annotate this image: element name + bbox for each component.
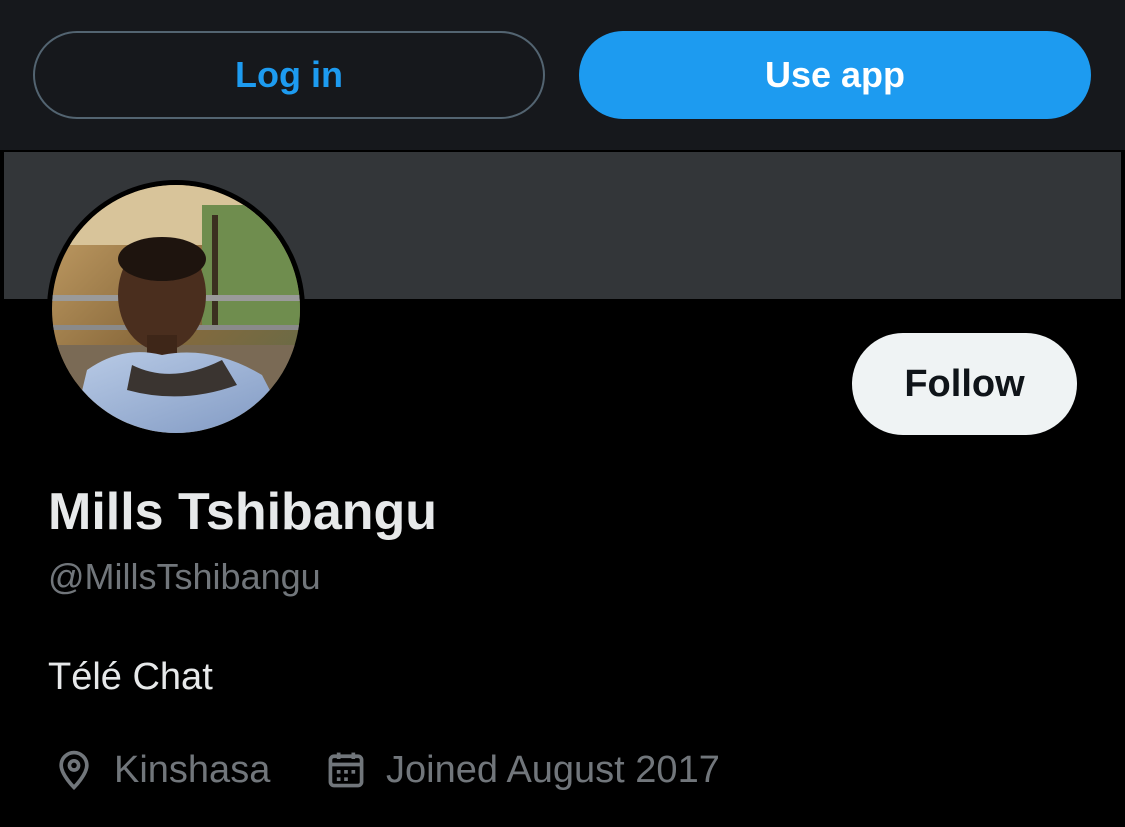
avatar[interactable] [47,180,305,438]
profile-location: Kinshasa [52,745,270,795]
location-text: Kinshasa [114,748,271,791]
top-bar: Log in Use app [0,0,1125,150]
use-app-button[interactable]: Use app [579,31,1091,119]
user-handle: @MillsTshibangu [48,556,321,597]
profile-bio: Télé Chat [48,656,213,698]
follow-button[interactable]: Follow [852,333,1077,435]
display-name: Mills Tshibangu [48,483,438,541]
avatar-photo [52,185,300,433]
login-button[interactable]: Log in [33,31,545,119]
calendar-icon [324,748,368,792]
profile-joined-date: Joined August 2017 [324,745,720,795]
joined-text: Joined August 2017 [386,748,720,791]
location-pin-icon [52,748,96,792]
avatar-image [52,185,300,433]
